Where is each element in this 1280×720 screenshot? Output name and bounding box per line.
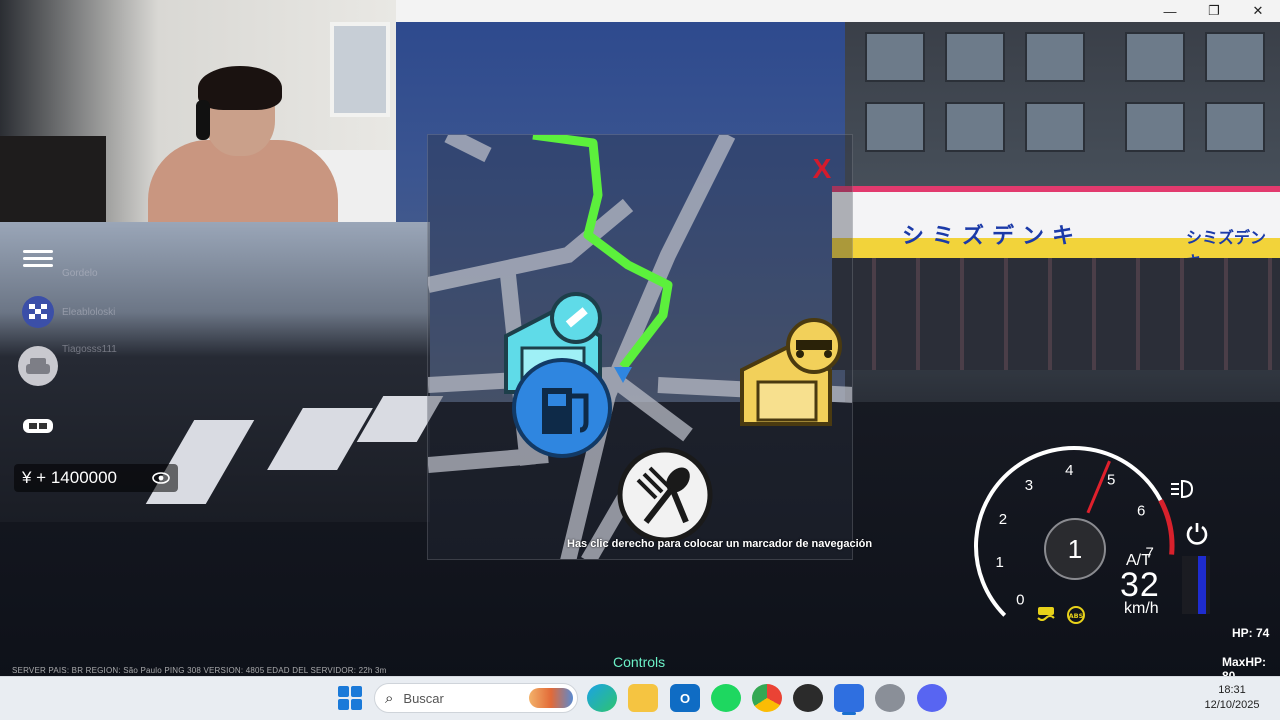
building-window (1125, 32, 1185, 82)
money-amount: ¥ + 1400000 (22, 468, 118, 487)
taskbar-search[interactable]: ⌕ Buscar (374, 683, 578, 713)
shop-sign-text: シミズデンキ (902, 223, 1083, 248)
traction-control-icon (1034, 604, 1058, 626)
minimize-button[interactable]: — (1148, 0, 1192, 22)
tach-mark: 2 (999, 511, 1007, 528)
svg-text:ABS: ABS (1069, 612, 1084, 620)
engine-power-icon[interactable] (1184, 520, 1210, 546)
player-name: Eleabloloski (62, 307, 116, 318)
abs-icon: ABS (1064, 604, 1088, 626)
building-window (945, 102, 1005, 152)
building-window (945, 32, 1005, 82)
building-window (1205, 32, 1265, 82)
menu-button[interactable] (14, 234, 62, 282)
building-window (865, 32, 925, 82)
webcam-overlay (0, 0, 396, 222)
hamburger-icon (23, 246, 53, 271)
file-explorer-icon[interactable] (628, 684, 658, 712)
tach-mark: 6 (1137, 502, 1145, 519)
chrome-icon[interactable] (752, 684, 782, 712)
toggle-visibility-button[interactable] (150, 468, 172, 488)
search-placeholder: Buscar (403, 690, 444, 706)
headlight-icon[interactable] (1168, 478, 1196, 500)
tach-mark: 3 (1025, 477, 1033, 494)
headset-icon (196, 100, 210, 140)
gear-indicator: 1 (1044, 518, 1106, 580)
outlook-icon[interactable]: O (670, 684, 700, 712)
windows-start-icon[interactable] (338, 686, 362, 710)
building-window (1025, 32, 1085, 82)
edge-icon[interactable] (587, 684, 617, 712)
tuning-shop-icon[interactable] (736, 316, 846, 431)
restaurant-icon[interactable] (616, 446, 714, 549)
map-close-button[interactable]: X (810, 155, 834, 183)
player-name: Tiagosss111 (62, 344, 117, 355)
clock-time: 18:31 (1218, 684, 1246, 696)
close-button[interactable]: ✕ (1236, 0, 1280, 22)
tach-mark: 4 (1065, 462, 1073, 479)
money-display: ¥ + 1400000 (14, 464, 178, 492)
search-highlight-image (529, 688, 573, 708)
map-hint: Has clic derecho para colocar un marcado… (567, 538, 873, 550)
building-window (1025, 102, 1085, 152)
building-window (1125, 102, 1185, 152)
maximize-button[interactable]: ❐ (1192, 0, 1236, 22)
vehicle-icon (23, 419, 53, 433)
shop-front (832, 258, 1280, 370)
eye-icon (152, 472, 170, 484)
fuel-gauge-fill (1198, 556, 1206, 614)
car-icon (18, 346, 58, 386)
gas-station-icon[interactable] (510, 356, 614, 465)
window-titlebar: — ❐ ✕ (396, 0, 1280, 22)
active-app-indicator (842, 712, 856, 715)
discord-icon[interactable] (917, 684, 947, 712)
tach-mark: 0 (1016, 592, 1024, 609)
server-status-bar: SERVER PAIS: BR REGION: São Paulo PING 3… (12, 666, 387, 675)
clock-date: 12/10/2025 (1204, 699, 1260, 711)
race-button[interactable] (14, 288, 62, 336)
settings-icon[interactable] (875, 684, 905, 712)
tach-mark: 5 (1107, 472, 1115, 489)
webcam-person-hair (198, 66, 282, 110)
obs-icon[interactable] (793, 684, 823, 712)
taskbar-clock[interactable]: 18:31 12/10/2025 (1196, 683, 1268, 713)
player-name: Gordelo (62, 268, 98, 279)
garage-button[interactable] (14, 342, 62, 390)
screen: シミズデンキ シミズデンキ — ❐ ✕ Gordelo Eleabloloski… (0, 0, 1280, 720)
webcam-window (330, 22, 390, 117)
building-window (1205, 102, 1265, 152)
webcam-desk (0, 136, 106, 222)
speed-unit: km/h (1124, 600, 1159, 617)
spotify-icon[interactable] (711, 684, 741, 712)
tach-redline (1158, 499, 1175, 555)
dealership-button[interactable] (14, 402, 62, 450)
hp-label: HP: 74 (1232, 626, 1270, 640)
roblox-studio-icon[interactable] (834, 684, 864, 712)
search-icon: ⌕ (385, 689, 394, 707)
controls-button[interactable]: Controls (613, 654, 665, 670)
tach-mark: 1 (996, 554, 1004, 571)
checkered-flag-icon (22, 296, 54, 328)
building-window (865, 102, 925, 152)
